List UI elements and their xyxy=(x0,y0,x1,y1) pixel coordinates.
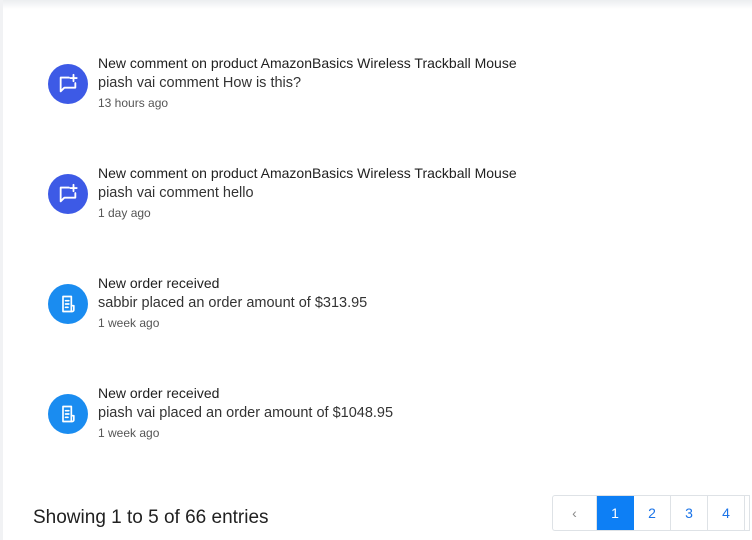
left-edge xyxy=(0,0,3,540)
notification-message: piash vai placed an order amount of $104… xyxy=(98,405,394,421)
notification-title: New comment on product AmazonBasics Wire… xyxy=(98,165,517,181)
page-button-3[interactable]: 3 xyxy=(671,496,708,530)
notification-message: piash vai comment How is this? xyxy=(98,75,302,91)
order-document-icon xyxy=(48,284,88,324)
comment-add-icon xyxy=(48,174,88,214)
prev-page-button[interactable]: ‹ xyxy=(553,496,597,530)
notification-message: piash vai comment hello xyxy=(98,185,254,201)
notification-item[interactable]: New order received piash vai placed an o… xyxy=(48,384,688,454)
notification-item[interactable]: New order received sabbir placed an orde… xyxy=(48,274,688,344)
notification-title: New order received xyxy=(98,275,220,291)
comment-add-icon xyxy=(48,64,88,104)
notification-time: 1 week ago xyxy=(98,426,160,440)
order-document-icon xyxy=(48,394,88,434)
notification-message: sabbir placed an order amount of $313.95 xyxy=(98,295,368,311)
notification-time: 13 hours ago xyxy=(98,96,169,110)
entries-summary: Showing 1 to 5 of 66 entries xyxy=(33,507,269,528)
notification-item[interactable]: New comment on product AmazonBasics Wire… xyxy=(48,54,688,124)
pagination: ‹ 1 2 3 4 xyxy=(552,495,750,531)
notification-time: 1 week ago xyxy=(98,316,160,330)
notification-title: New order received xyxy=(98,385,220,401)
notification-title: New comment on product AmazonBasics Wire… xyxy=(98,55,517,71)
notification-time: 1 day ago xyxy=(98,206,151,220)
page-button-4[interactable]: 4 xyxy=(708,496,745,530)
page-button-1[interactable]: 1 xyxy=(597,496,634,530)
next-page-button[interactable] xyxy=(745,496,750,530)
notification-item[interactable]: New comment on product AmazonBasics Wire… xyxy=(48,164,688,234)
page-button-2[interactable]: 2 xyxy=(634,496,671,530)
top-shadow xyxy=(0,0,752,9)
